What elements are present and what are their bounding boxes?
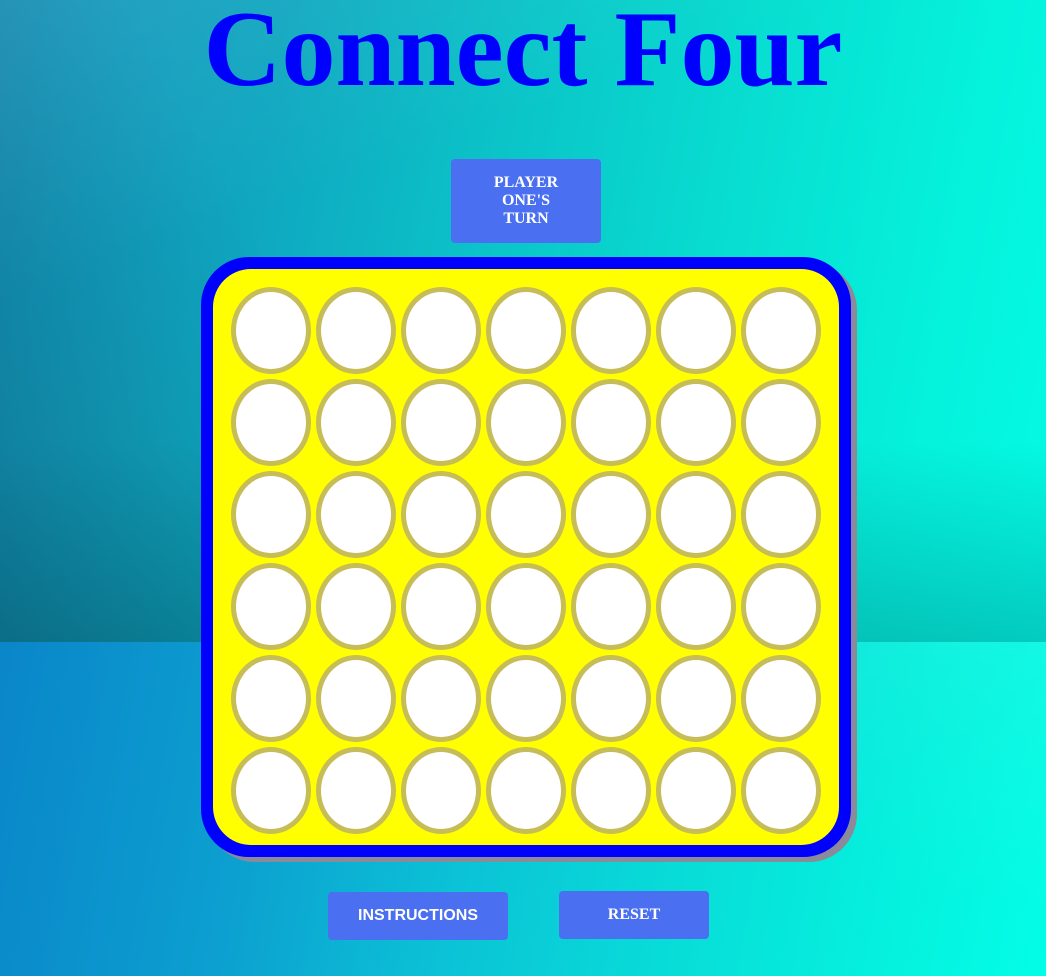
board-cell-r2-c6[interactable] — [656, 379, 736, 466]
game-title: Connect Four — [203, 0, 843, 109]
board-cell-r3-c4[interactable] — [486, 471, 566, 558]
board-cell-r5-c1[interactable] — [231, 655, 311, 742]
board-cell-r4-c4[interactable] — [486, 563, 566, 650]
board-cell-r4-c6[interactable] — [656, 563, 736, 650]
board-cell-r6-c6[interactable] — [656, 747, 736, 834]
board-cell-r3-c3[interactable] — [401, 471, 481, 558]
board-cell-r5-c6[interactable] — [656, 655, 736, 742]
board-cell-r4-c3[interactable] — [401, 563, 481, 650]
board-cell-r5-c2[interactable] — [316, 655, 396, 742]
board-cell-r2-c4[interactable] — [486, 379, 566, 466]
board-cell-r5-c4[interactable] — [486, 655, 566, 742]
board-cell-r5-c7[interactable] — [741, 655, 821, 742]
board-cell-r5-c5[interactable] — [571, 655, 651, 742]
instructions-button[interactable]: INSTRUCTIONS — [328, 892, 508, 940]
board-cell-r1-c3[interactable] — [401, 287, 481, 374]
board-cell-r1-c7[interactable] — [741, 287, 821, 374]
board-cell-r3-c7[interactable] — [741, 471, 821, 558]
board-cell-r6-c7[interactable] — [741, 747, 821, 834]
board-frame — [201, 257, 851, 857]
board-cell-r2-c2[interactable] — [316, 379, 396, 466]
board-cell-r4-c5[interactable] — [571, 563, 651, 650]
board-cell-r1-c6[interactable] — [656, 287, 736, 374]
board-cell-r3-c1[interactable] — [231, 471, 311, 558]
board-cell-r6-c2[interactable] — [316, 747, 396, 834]
board-cell-r2-c5[interactable] — [571, 379, 651, 466]
game-board — [213, 269, 839, 845]
board-cell-r2-c3[interactable] — [401, 379, 481, 466]
board-cell-r1-c5[interactable] — [571, 287, 651, 374]
board-cell-r3-c5[interactable] — [571, 471, 651, 558]
board-cell-r6-c1[interactable] — [231, 747, 311, 834]
board-cell-r3-c2[interactable] — [316, 471, 396, 558]
board-cell-r4-c7[interactable] — [741, 563, 821, 650]
board-cell-r6-c4[interactable] — [486, 747, 566, 834]
board-cell-r6-c3[interactable] — [401, 747, 481, 834]
board-cell-r3-c6[interactable] — [656, 471, 736, 558]
board-cell-r6-c5[interactable] — [571, 747, 651, 834]
board-cell-r5-c3[interactable] — [401, 655, 481, 742]
board-cell-r2-c7[interactable] — [741, 379, 821, 466]
board-cell-r4-c2[interactable] — [316, 563, 396, 650]
board-cell-r1-c1[interactable] — [231, 287, 311, 374]
board-cell-r4-c1[interactable] — [231, 563, 311, 650]
board-cell-r2-c1[interactable] — [231, 379, 311, 466]
board-cell-r1-c4[interactable] — [486, 287, 566, 374]
turn-indicator: PLAYER ONE'S TURN — [451, 159, 601, 243]
reset-button[interactable]: RESET — [559, 891, 709, 939]
board-cell-r1-c2[interactable] — [316, 287, 396, 374]
